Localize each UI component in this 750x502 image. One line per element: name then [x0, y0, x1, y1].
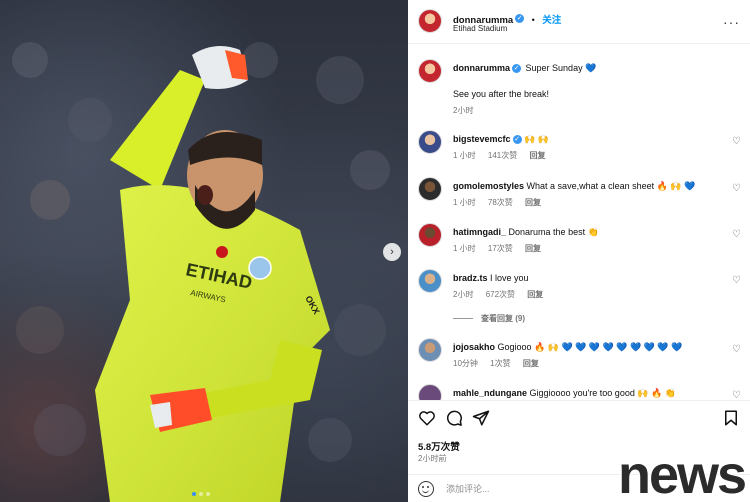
heart-icon[interactable]: ♡: [732, 230, 742, 240]
more-horizontal-icon[interactable]: ···: [723, 14, 740, 30]
heart-icon[interactable]: ♡: [732, 184, 742, 194]
comment-text: 🙌 🙌: [524, 134, 549, 144]
bookmark-icon[interactable]: [722, 409, 740, 427]
comment-text: Gogiooo 🔥 🙌 💙 💙 💙 💙 💙 💙 💙 💙 💙: [497, 342, 683, 352]
comment-likes[interactable]: 17次赞: [488, 244, 513, 253]
post-panel: donnarumma ✓ • 关注 Etihad Stadium ··· donn…: [408, 0, 750, 502]
comment-input[interactable]: [446, 481, 646, 497]
reply-button[interactable]: 回复: [525, 198, 541, 207]
news-watermark: news: [618, 445, 747, 502]
goalkeeper-photo: ETIHAD AIRWAYS OKX: [12, 42, 390, 502]
avatar[interactable]: [418, 9, 442, 33]
avatar[interactable]: [418, 384, 442, 400]
reply-button[interactable]: 回复: [530, 151, 546, 160]
comment-time: 2小时: [453, 290, 474, 299]
avatar[interactable]: [418, 338, 442, 362]
comment-username[interactable]: bradz.ts: [453, 273, 488, 283]
comment-text: Donaruma the best 👏: [508, 227, 599, 237]
reply-button[interactable]: 回复: [525, 244, 541, 253]
follow-button[interactable]: 关注: [542, 15, 561, 26]
reply-button[interactable]: 回复: [527, 290, 543, 299]
chevron-right-icon[interactable]: ›: [383, 243, 401, 261]
caption-text: Super Sunday 💙: [525, 63, 597, 73]
verified-icon: ✓: [515, 14, 525, 24]
comment-username[interactable]: jojosakho: [453, 342, 495, 352]
avatar[interactable]: [418, 269, 442, 293]
comments-list[interactable]: donnarumma ✓ Super Sunday 💙 See you after…: [408, 44, 750, 400]
reply-button[interactable]: 回复: [523, 359, 539, 368]
comment-likes[interactable]: 1次赞: [490, 359, 510, 368]
comment-username[interactable]: mahle_ndungane: [453, 388, 527, 398]
comment-icon[interactable]: [445, 409, 463, 427]
post-time: 2小时前: [418, 454, 447, 463]
share-icon[interactable]: [472, 409, 490, 427]
post-header: donnarumma ✓ • 关注 Etihad Stadium ···: [408, 0, 750, 44]
verified-icon: ✓: [512, 135, 522, 145]
carousel-dots: [192, 492, 210, 496]
comment-likes[interactable]: 141次赞: [488, 151, 517, 160]
avatar[interactable]: [418, 177, 442, 201]
likes-count[interactable]: 5.8万次赞: [418, 439, 460, 453]
heart-icon[interactable]: ♡: [732, 345, 742, 355]
comment-time: 1 小时: [453, 244, 476, 253]
comment-time: 1 小时: [453, 151, 476, 160]
comment-likes[interactable]: 672次赞: [486, 290, 515, 299]
comment-time: 1 小时: [453, 198, 476, 207]
avatar[interactable]: [418, 223, 442, 247]
caption-time: 2小时: [453, 106, 474, 115]
avatar[interactable]: [418, 130, 442, 154]
heart-icon[interactable]: ♡: [732, 391, 742, 401]
comment-text: Giggioooo you're too good 🙌 🔥 👏: [529, 388, 676, 398]
post-photo[interactable]: ETIHAD AIRWAYS OKX ›: [0, 0, 408, 502]
comment-time: 10分钟: [453, 359, 478, 368]
comment-likes[interactable]: 78次赞: [488, 198, 513, 207]
caption-username[interactable]: donnarumma: [453, 63, 510, 73]
comment-text: I love you: [490, 273, 529, 283]
carousel-dot: [199, 492, 203, 496]
comment-username[interactable]: gomolemostyles: [453, 181, 524, 191]
caption-body: See you after the break!: [453, 89, 550, 99]
comment-username[interactable]: bigstevemcfc: [453, 134, 511, 144]
heart-icon[interactable]: [418, 409, 436, 427]
comment-username[interactable]: hatimngadi_: [453, 227, 506, 237]
emoji-icon[interactable]: [418, 481, 434, 497]
avatar[interactable]: [418, 59, 442, 83]
location[interactable]: Etihad Stadium: [453, 24, 507, 33]
carousel-dot: [192, 492, 196, 496]
view-replies-button[interactable]: 查看回复 (9): [453, 313, 525, 324]
carousel-dot: [206, 492, 210, 496]
heart-icon[interactable]: ♡: [732, 137, 742, 147]
heart-icon[interactable]: ♡: [732, 276, 742, 286]
verified-icon: ✓: [512, 64, 522, 74]
comment-text: What a save,what a clean sheet 🔥 🙌 💙: [526, 181, 696, 191]
